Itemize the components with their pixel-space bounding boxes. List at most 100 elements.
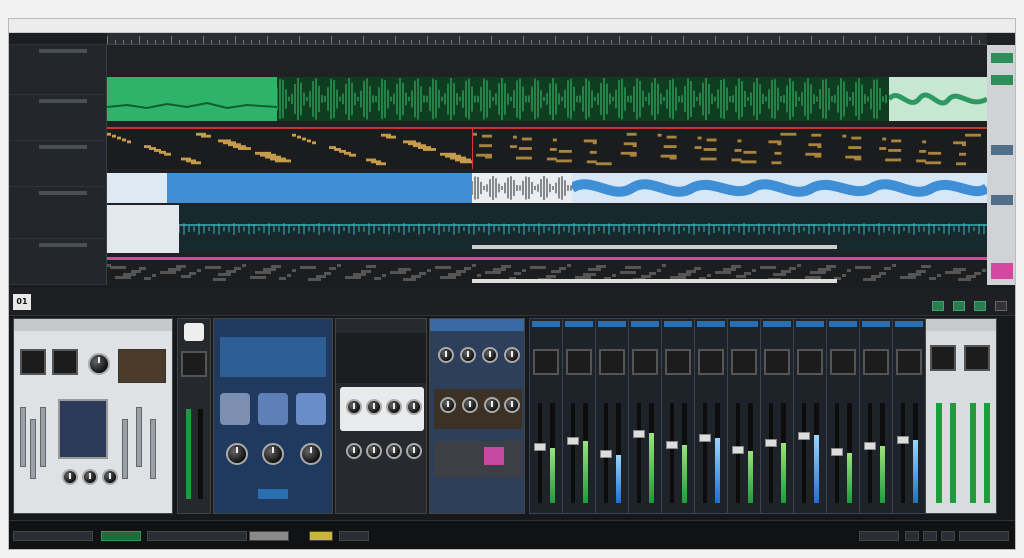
fader-cap[interactable] [765, 439, 777, 447]
loop-icon[interactable] [973, 301, 986, 311]
selection-bar[interactable] [472, 279, 837, 283]
channel-strip[interactable] [892, 318, 926, 514]
master-channel[interactable] [925, 318, 997, 514]
fader[interactable] [20, 407, 26, 467]
fader-cap[interactable] [864, 442, 876, 450]
fader-cap[interactable] [633, 430, 645, 438]
fader-slot[interactable] [600, 403, 612, 503]
pad-button[interactable] [258, 393, 288, 425]
track-header-1[interactable] [9, 45, 107, 95]
fader-cap[interactable] [600, 450, 612, 458]
pad-button[interactable] [731, 349, 757, 375]
channel-strip[interactable] [793, 318, 827, 514]
fader-slot[interactable] [666, 403, 678, 503]
knob[interactable] [438, 347, 454, 363]
knob[interactable] [82, 469, 98, 485]
pad-button[interactable] [20, 349, 46, 375]
fader-cap[interactable] [897, 436, 909, 444]
fader-slot[interactable] [567, 403, 579, 503]
volume-knob[interactable] [88, 353, 110, 375]
channel-strip[interactable] [694, 318, 728, 514]
fader-slot[interactable] [699, 403, 711, 503]
knob[interactable] [504, 347, 520, 363]
track-volume-bar[interactable] [39, 145, 87, 149]
plugin-panel-blue[interactable] [213, 318, 333, 514]
fader-cap[interactable] [831, 448, 843, 456]
pad-button[interactable] [863, 349, 889, 375]
pad-button[interactable] [566, 349, 592, 375]
pad-button[interactable] [830, 349, 856, 375]
timeline-ruler[interactable] [107, 33, 987, 45]
knob[interactable] [440, 397, 456, 413]
fader[interactable] [40, 407, 46, 467]
track-header-3[interactable] [9, 141, 107, 187]
track-lane-1[interactable] [107, 77, 987, 121]
audio-clip[interactable] [277, 77, 889, 121]
plugin-panel-eq[interactable] [429, 318, 525, 514]
loop-button[interactable] [339, 531, 369, 541]
fader-cap[interactable] [732, 446, 744, 454]
knob[interactable] [460, 347, 476, 363]
channel-strip[interactable] [595, 318, 629, 514]
audio-clip[interactable] [572, 173, 987, 203]
pad-button[interactable] [665, 349, 691, 375]
track-volume-bar[interactable] [39, 191, 87, 195]
track-volume-bar[interactable] [39, 243, 87, 247]
track-header-5[interactable] [9, 239, 107, 285]
plugin-thumbnail[interactable] [107, 205, 179, 253]
audio-clip[interactable] [167, 173, 472, 203]
pad-button[interactable] [964, 345, 990, 371]
knob[interactable] [504, 397, 520, 413]
fader-slot[interactable] [534, 403, 546, 503]
channel-strip[interactable] [859, 318, 893, 514]
plugin-panel-compressor[interactable] [335, 318, 427, 514]
channel-strip[interactable] [760, 318, 794, 514]
audio-clip[interactable] [889, 77, 987, 121]
knob[interactable] [462, 397, 478, 413]
fader-slot[interactable] [897, 403, 909, 503]
channel-strip[interactable] [661, 318, 695, 514]
record-icon[interactable] [952, 301, 965, 311]
pad-button[interactable] [930, 345, 956, 371]
fader-slot[interactable] [798, 403, 810, 503]
knob[interactable] [262, 443, 284, 465]
pad-button[interactable] [181, 351, 207, 377]
knob[interactable] [366, 443, 382, 459]
tempo-display[interactable] [249, 531, 289, 541]
settings-icon[interactable] [995, 301, 1007, 311]
channel-strip[interactable] [529, 318, 563, 514]
fader-cap[interactable] [666, 441, 678, 449]
knob[interactable] [366, 399, 382, 415]
channel-strip[interactable] [562, 318, 596, 514]
knob[interactable] [406, 399, 422, 415]
instrument-panel[interactable] [13, 318, 173, 514]
track-lane-2[interactable] [107, 127, 987, 169]
arrange-view[interactable] [9, 33, 1015, 285]
fader-cap[interactable] [567, 437, 579, 445]
knob[interactable] [386, 399, 402, 415]
knob[interactable] [484, 397, 500, 413]
pad-button[interactable] [220, 393, 250, 425]
play-button[interactable] [101, 531, 141, 541]
pad-button[interactable] [52, 349, 78, 375]
pad-button[interactable] [296, 393, 326, 425]
audio-clip[interactable] [107, 77, 277, 121]
midi-clip[interactable] [472, 127, 987, 169]
fader-cap[interactable] [699, 434, 711, 442]
settings-button[interactable] [941, 531, 955, 541]
track-volume-bar[interactable] [39, 99, 87, 103]
metronome-button[interactable] [309, 531, 333, 541]
pad-button[interactable] [797, 349, 823, 375]
track-lane-3[interactable] [107, 173, 987, 203]
knob[interactable] [386, 443, 402, 459]
knob[interactable] [346, 399, 362, 415]
mixer-view[interactable]: 01 [9, 288, 1015, 549]
audio-clip[interactable] [472, 173, 572, 203]
pad-button[interactable] [632, 349, 658, 375]
fader-cap[interactable] [798, 432, 810, 440]
fader-slot[interactable] [765, 403, 777, 503]
channel-strip[interactable] [826, 318, 860, 514]
knob[interactable] [346, 443, 362, 459]
pad-button[interactable] [533, 349, 559, 375]
fader[interactable] [136, 407, 142, 467]
